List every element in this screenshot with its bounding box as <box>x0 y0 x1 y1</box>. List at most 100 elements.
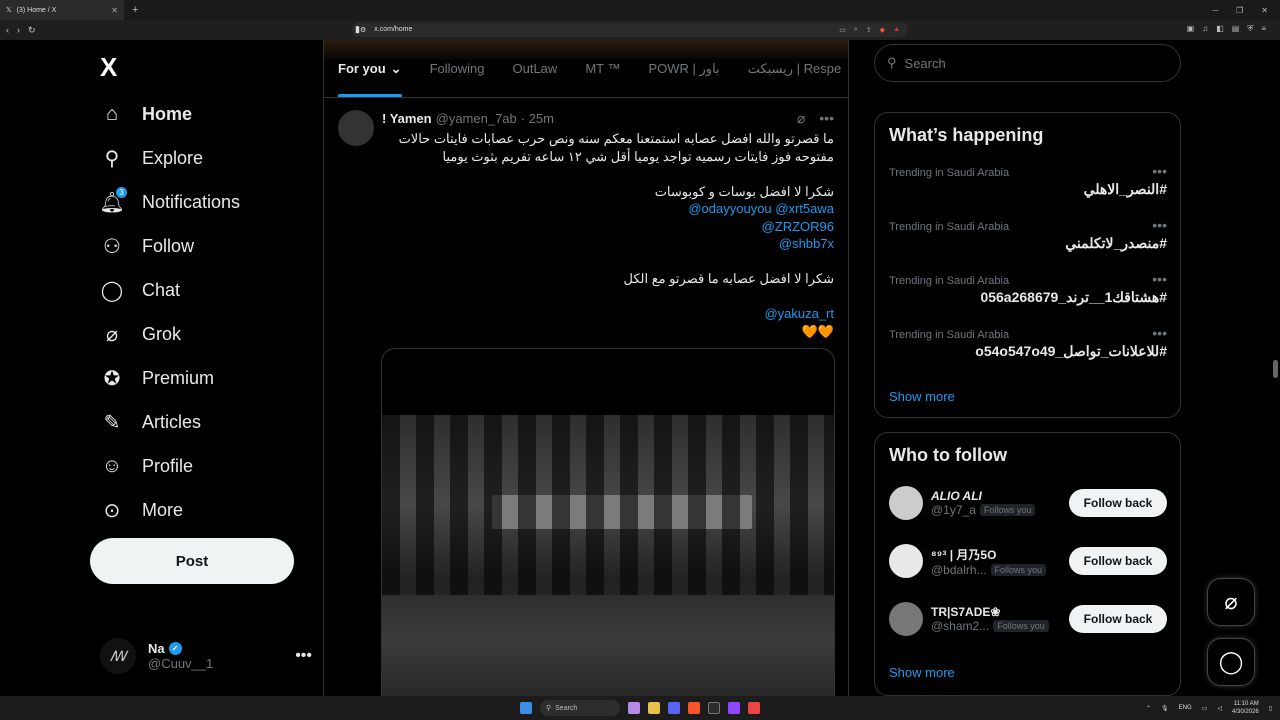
music-icon[interactable]: ♫ <box>1202 24 1208 34</box>
network-icon[interactable]: ▭ <box>1202 705 1208 712</box>
user-name: TR|S7ADE❀ <box>931 605 1001 619</box>
nav-chat[interactable]: ◯ Chat <box>100 270 180 310</box>
windows-start-icon[interactable] <box>520 702 532 714</box>
tab-for-you[interactable]: For you ⌄ <box>338 40 402 97</box>
bookmark-icon[interactable]: ▮ <box>355 24 360 35</box>
more-horizontal-icon[interactable]: ••• <box>1152 217 1167 233</box>
app-icon[interactable] <box>728 702 740 714</box>
tab-powr[interactable]: POWR | باور <box>648 40 719 97</box>
reload-icon[interactable]: ↻ <box>28 25 36 36</box>
brave-browser-icon[interactable] <box>688 702 700 714</box>
file-explorer-icon[interactable] <box>648 702 660 714</box>
mention-link[interactable]: @odayyouyou @xrt5awa <box>382 200 834 218</box>
widgets-icon[interactable] <box>628 702 640 714</box>
site-info-icon[interactable]: ⚙ <box>360 26 366 34</box>
xbox-icon[interactable] <box>708 702 720 714</box>
nav-profile[interactable]: ☺ Profile <box>100 446 193 486</box>
minimize-icon[interactable]: ─ <box>1212 6 1218 15</box>
avatar[interactable] <box>889 544 923 578</box>
chat-fab-button[interactable]: ◯ <box>1207 638 1255 686</box>
tweet-time[interactable]: · 25m <box>521 111 554 126</box>
wallet-icon[interactable]: ▤ <box>1232 24 1240 34</box>
chevron-up-icon[interactable]: ⌃ <box>1146 705 1151 712</box>
tweet-video[interactable] <box>381 348 835 696</box>
avatar[interactable] <box>889 602 923 636</box>
window-controls: ─ ❐ ✕ <box>1212 6 1280 15</box>
close-window-icon[interactable]: ✕ <box>1261 6 1268 15</box>
show-more-link[interactable]: Show more <box>889 665 955 680</box>
trend-context: Trending in Saudi Arabia <box>889 329 1010 341</box>
grok-fab-button[interactable]: ⌀ <box>1207 578 1255 626</box>
grok-icon[interactable]: ⌀ <box>797 110 805 127</box>
trend-item[interactable]: Trending in Saudi Arabia ••• #للاعلانات_… <box>889 325 1167 360</box>
x-logo[interactable]: X <box>100 52 117 83</box>
new-tab-icon[interactable]: + <box>124 4 146 16</box>
nav-grok[interactable]: ⌀ Grok <box>100 314 181 354</box>
post-button[interactable]: Post <box>90 538 294 584</box>
brave-shield-icon[interactable]: ◆ <box>880 26 885 34</box>
nav-home[interactable]: ⌂ Home <box>100 94 192 134</box>
mention-link[interactable]: @ZRZOR96 <box>382 218 834 236</box>
notification-icon[interactable]: ▯ <box>1269 705 1272 712</box>
language-indicator[interactable]: ENG <box>1179 705 1192 711</box>
trend-item[interactable]: Trending in Saudi Arabia ••• #هشتاقك1__ت… <box>889 271 1167 306</box>
follow-suggestion[interactable]: ALIO ALI @1y7_a Follows you Follow back <box>889 483 1167 523</box>
page-scrollbar[interactable] <box>1273 360 1278 378</box>
nav-explore[interactable]: ⚲ Explore <box>100 138 203 178</box>
more-horizontal-icon[interactable]: ••• <box>819 110 834 127</box>
show-more-link[interactable]: Show more <box>889 389 955 404</box>
more-horizontal-icon[interactable]: ••• <box>1152 271 1167 287</box>
search-input[interactable]: ⚲ Search <box>874 44 1181 82</box>
tab-mt[interactable]: MT ™ <box>585 40 620 97</box>
zoom-icon[interactable]: ⌕ <box>854 26 858 34</box>
share-icon[interactable]: ⇪ <box>866 26 872 34</box>
rewards-icon[interactable]: ▲ <box>893 26 900 34</box>
mention-link[interactable]: @shbb7x <box>382 235 834 253</box>
nav-follow[interactable]: ⚇ Follow <box>100 226 194 266</box>
tweet[interactable]: ! Yamen @yamen_7ab · 25m ⌀ ••• ما قصرتو … <box>324 98 848 696</box>
close-tab-icon[interactable]: ✕ <box>111 6 118 15</box>
discord-icon[interactable] <box>668 702 680 714</box>
x-favicon-icon: 𝕏 <box>6 7 12 14</box>
follow-back-button[interactable]: Follow back <box>1069 547 1167 575</box>
tweet-author-handle[interactable]: @yamen_7ab <box>436 111 517 126</box>
screen-icon[interactable]: ▭ <box>839 26 846 34</box>
mic-icon[interactable]: 🎙︎ <box>1161 705 1169 712</box>
follow-suggestion[interactable]: TR|S7ADE❀ @sham2... Follows you Follow ba… <box>889 599 1167 639</box>
tab-respect[interactable]: ريسبكت | Respe <box>748 40 842 97</box>
clock[interactable]: 11:10 AM 4/30/2026 <box>1232 700 1259 716</box>
mention-link[interactable]: @yakuza_rt <box>382 305 834 323</box>
avatar[interactable] <box>338 110 374 146</box>
trend-item[interactable]: Trending in Saudi Arabia ••• #منصدر_لاتك… <box>889 217 1167 252</box>
sidebar-icon[interactable]: ◧ <box>1216 24 1224 34</box>
app-icon[interactable] <box>748 702 760 714</box>
nav-more[interactable]: ⊙ More <box>100 490 183 530</box>
restore-icon[interactable]: ❐ <box>1236 6 1243 15</box>
tweet-author-name[interactable]: ! Yamen <box>382 111 432 126</box>
nav-notifications[interactable]: 🔔︎ 3 Notifications <box>99 182 241 222</box>
cast-icon[interactable]: ▣ <box>1187 24 1195 34</box>
more-horizontal-icon[interactable]: ••• <box>295 647 312 665</box>
nav-premium[interactable]: ✪ Premium <box>100 358 214 398</box>
trend-item[interactable]: Trending in Saudi Arabia ••• #النصر_الاه… <box>889 163 1167 198</box>
account-switcher[interactable]: ꟿ Na ✓ @Cuuv__1 ••• <box>100 636 312 676</box>
more-horizontal-icon[interactable]: ••• <box>1152 325 1167 341</box>
follow-back-button[interactable]: Follow back <box>1069 489 1167 517</box>
forward-icon[interactable]: › <box>17 25 20 35</box>
tab-strip: 𝕏 (3) Home / X ✕ + ─ ❐ ✕ <box>0 0 1280 20</box>
nav-articles[interactable]: ✎ Articles <box>100 402 201 442</box>
follow-suggestion[interactable]: ⁸⁹³ | 月乃5O @bdalrh... Follows you Follow … <box>889 541 1167 581</box>
avatar[interactable] <box>889 486 923 520</box>
volume-icon[interactable]: ◁ <box>1217 705 1222 712</box>
taskbar-search[interactable]: ⚲ Search <box>540 700 620 716</box>
tab-following[interactable]: Following <box>430 40 485 97</box>
browser-tab[interactable]: 𝕏 (3) Home / X ✕ <box>0 0 124 20</box>
back-icon[interactable]: ‹ <box>6 25 9 35</box>
vpn-icon[interactable]: ⛨ <box>1247 24 1253 34</box>
more-horizontal-icon[interactable]: ••• <box>1152 163 1167 179</box>
follow-back-button[interactable]: Follow back <box>1069 605 1167 633</box>
menu-icon[interactable]: ≡ <box>1261 24 1266 34</box>
nav-label: Notifications <box>142 191 241 212</box>
address-bar[interactable]: ⚙ x.com/home ▭ ⌕ ⇪ ◆ ▲ <box>352 22 908 37</box>
tab-outlaw[interactable]: OutLaw <box>513 40 558 97</box>
